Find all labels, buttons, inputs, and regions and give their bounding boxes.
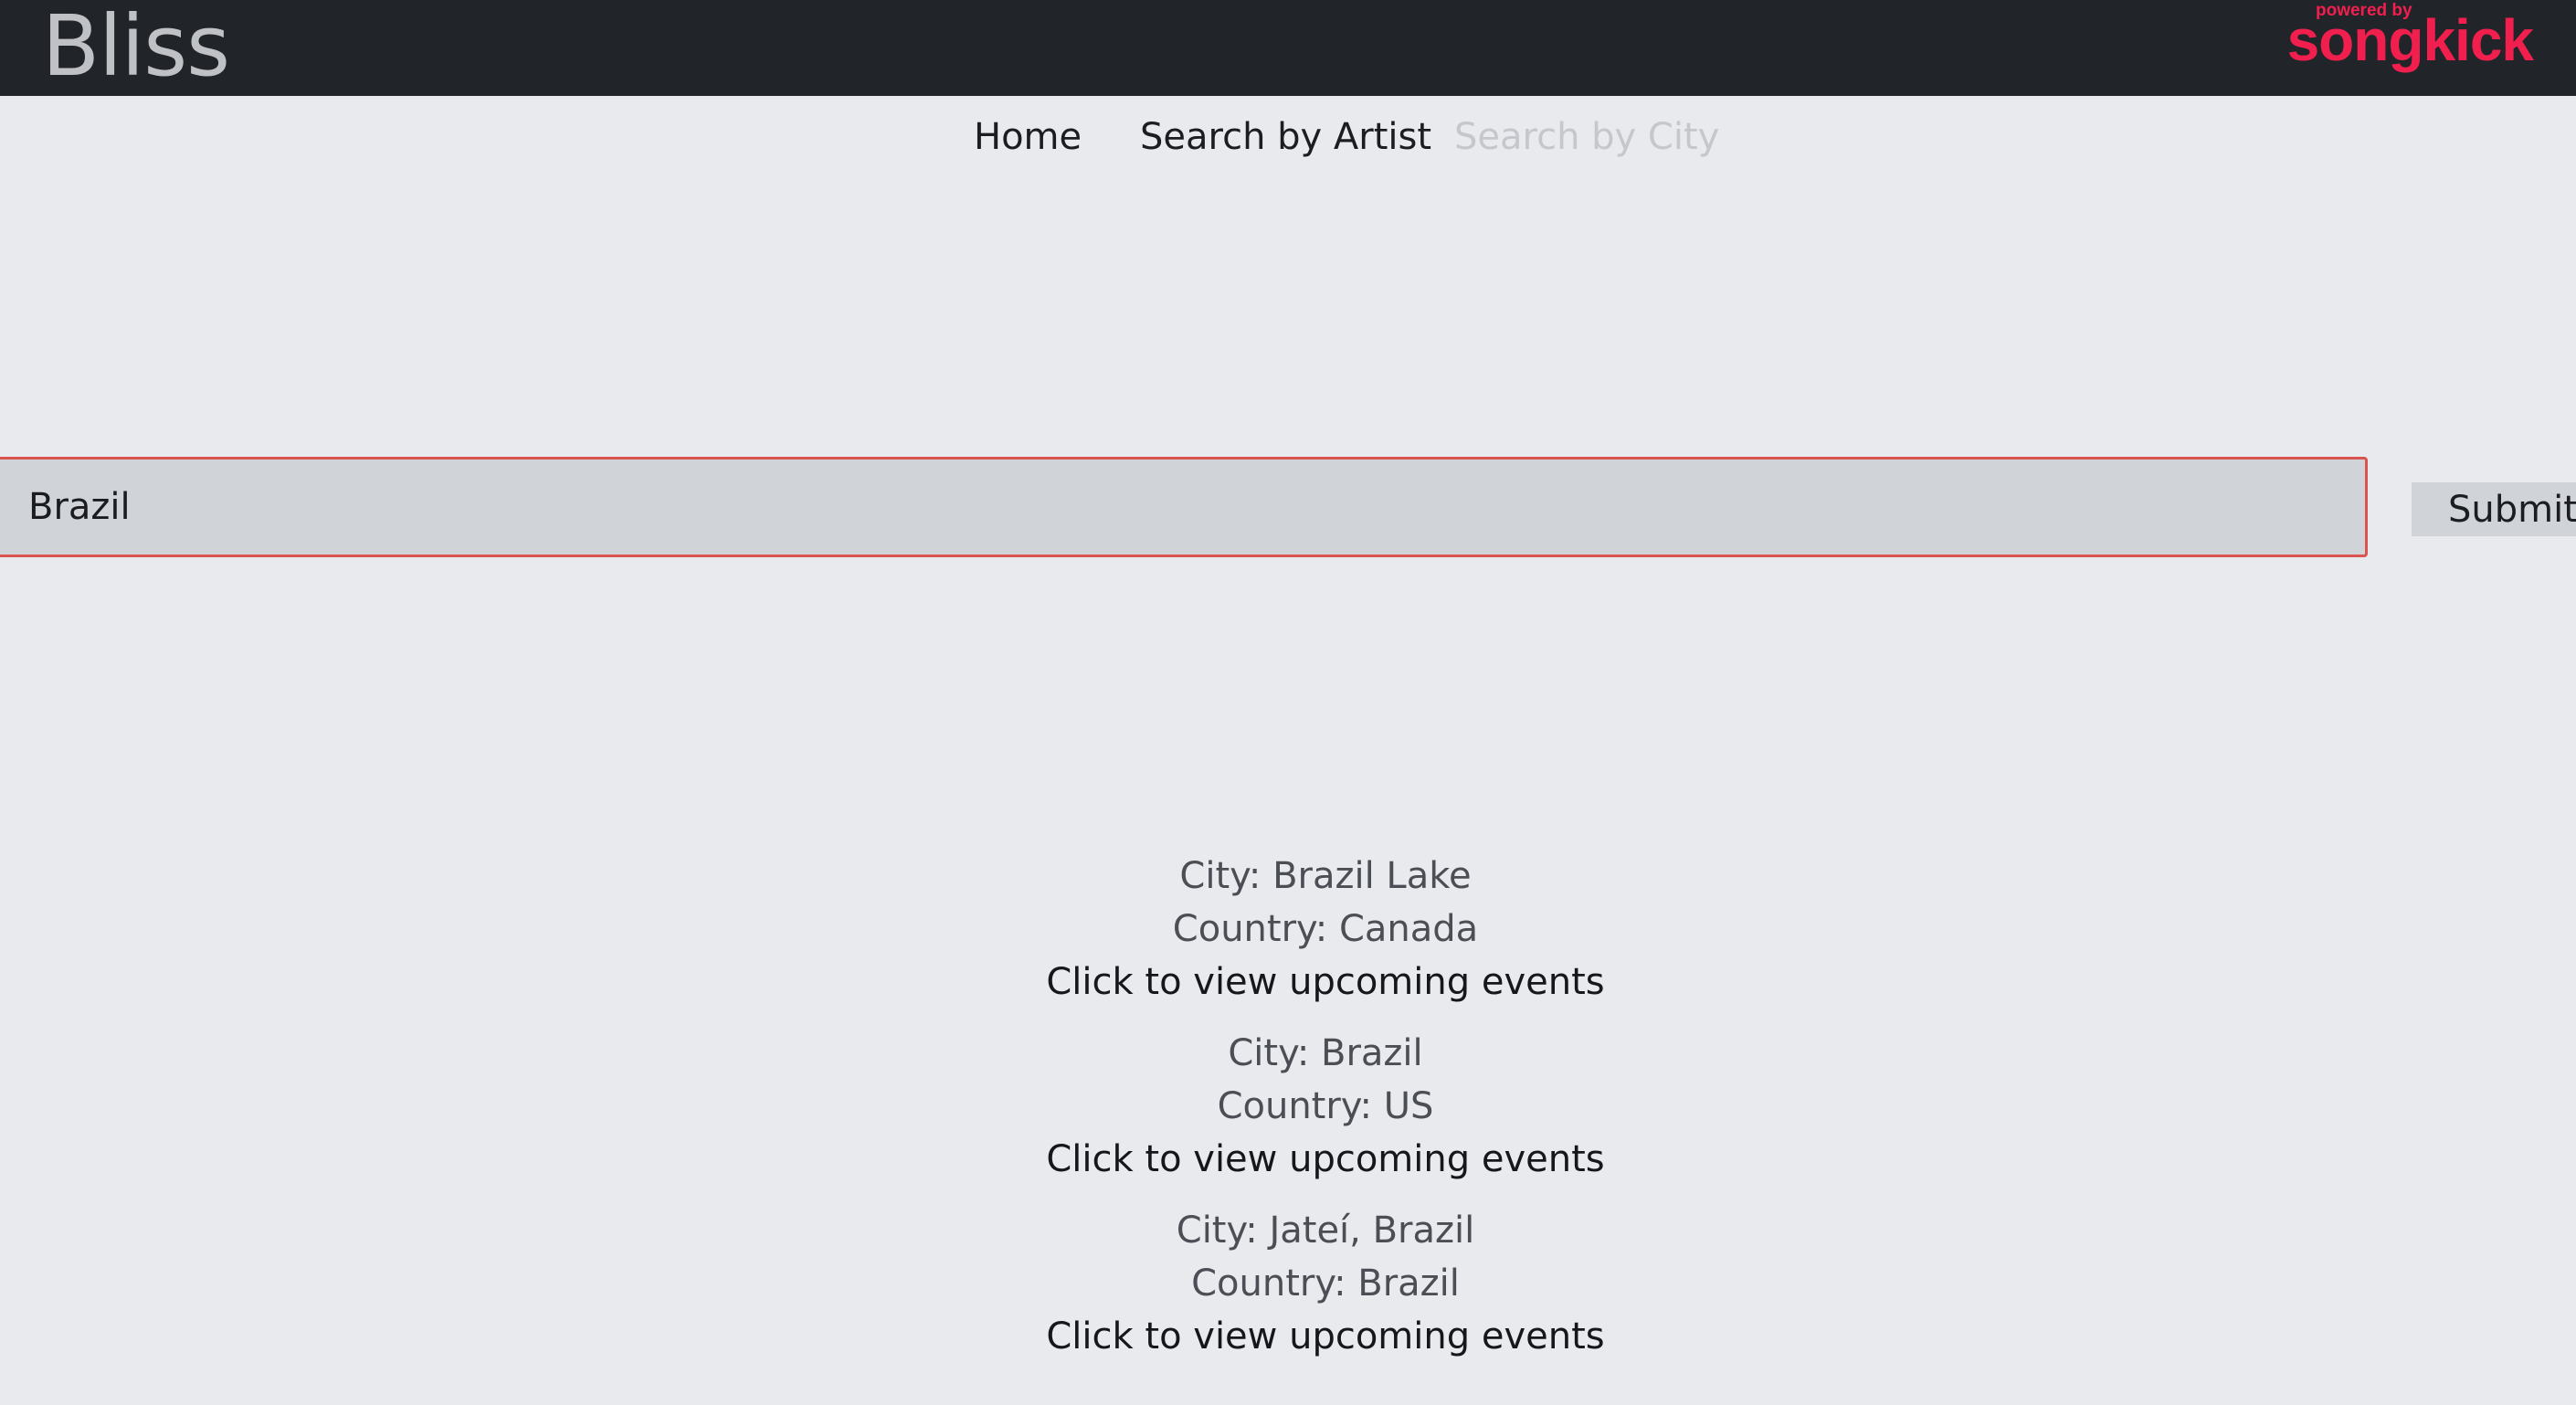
view-events-link[interactable]: Click to view upcoming events <box>0 1310 2576 1363</box>
result-city: City: Brazil Lake <box>1179 855 1472 897</box>
city-result-item: City: Jateí, Brazil Country: Brazil Clic… <box>0 1204 2576 1363</box>
nav-search-by-artist-link[interactable]: Search by Artist <box>1140 110 1431 164</box>
result-city: City: Brazil <box>1228 1032 1423 1074</box>
view-events-link[interactable]: Click to view upcoming events <box>0 956 2576 1009</box>
songkick-wordmark: songkick <box>2286 7 2534 73</box>
city-search-input[interactable] <box>0 457 2368 557</box>
songkick-logo[interactable]: powered by songkick <box>2287 2 2534 75</box>
view-events-link[interactable]: Click to view upcoming events <box>0 1133 2576 1186</box>
top-navbar: Bliss powered by songkick <box>0 0 2576 96</box>
brand-logo[interactable]: Bliss <box>42 0 230 94</box>
submit-button[interactable]: Submit <box>2412 482 2576 536</box>
nav-search-by-city-link[interactable]: Search by City <box>1454 110 1719 164</box>
result-country: Country: Canada <box>1172 908 1479 950</box>
city-result-item: City: Brazil Lake Country: Canada Click … <box>0 850 2576 1009</box>
result-country: Country: US <box>1217 1085 1434 1127</box>
city-result-item: City: Brazil Country: US Click to view u… <box>0 1027 2576 1186</box>
nav-home-link[interactable]: Home <box>974 110 1082 164</box>
result-city: City: Jateí, Brazil <box>1176 1210 1475 1252</box>
main-nav: Home Search by Artist Search by City <box>0 110 2576 164</box>
result-country: Country: Brazil <box>1191 1262 1460 1305</box>
city-results-list: City: Brazil Lake Country: Canada Click … <box>0 850 2576 1381</box>
